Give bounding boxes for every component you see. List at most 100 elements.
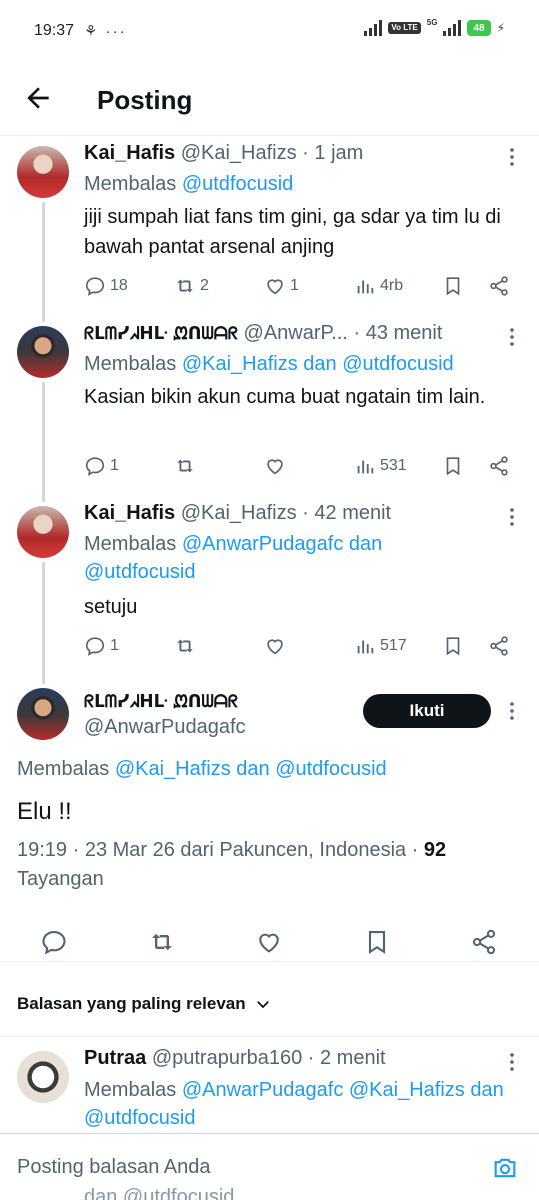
share-button[interactable] [488,272,510,300]
display-name[interactable]: Kai_Hafis [84,142,175,164]
bookmark-icon [446,277,460,296]
views-button[interactable]: 517 [354,632,407,660]
timestamp-location: 19:19 · 23 Mar 26 dari Pakuncen, Indones… [17,839,424,861]
bookmark-icon[interactable] [363,928,391,956]
avatar[interactable] [17,326,69,378]
reply-button[interactable]: 1 [84,452,119,480]
mention-link[interactable]: @utdfocusid [182,173,293,195]
tweet-text: jiji sumpah liat fans tim gini, ga sdar … [84,206,501,258]
views-count: 531 [380,457,407,474]
follow-button[interactable]: Ikuti [363,694,491,728]
tweet-text: Kasian bikin akun cuma buat ngatain tim … [84,386,486,408]
handle[interactable]: @AnwarPudagafc [84,716,246,739]
bookmark-icon [446,457,460,476]
tweet-item[interactable]: Kai_Hafis @Kai_Hafizs · 42 menit Membala… [0,496,539,678]
bookmark-button[interactable] [442,272,464,300]
volte-badge: Vo LTE [388,22,421,34]
reply-context: Membalas @Kai_Hafizs dan @utdfocusid [84,350,514,378]
reply-composer[interactable]: Posting balasan Anda [0,1133,539,1200]
bookmark-button[interactable] [442,632,464,660]
more-options-icon[interactable] [507,506,517,528]
heart-icon [267,639,283,655]
avatar[interactable] [17,506,69,558]
repost-button[interactable] [174,632,196,660]
more-options-icon[interactable] [507,326,517,348]
reply-input[interactable]: Posting balasan Anda [17,1156,211,1179]
views-button[interactable]: 531 [354,452,407,480]
overflow-reply-text: dan @utdfocusid [84,1186,235,1200]
heart-icon[interactable] [255,928,283,956]
share-button[interactable] [488,632,510,660]
bookmark-button[interactable] [442,452,464,480]
more-options-icon[interactable] [507,1051,517,1073]
share-button[interactable] [488,452,510,480]
reply-prefix: Membalas [84,1079,182,1101]
more-options-icon[interactable] [507,700,517,722]
repost-icon[interactable] [148,928,176,956]
page-title: Posting [97,85,193,115]
repost-icon [177,279,193,293]
display-name[interactable]: Putraa [84,1047,146,1069]
avatar[interactable] [17,688,69,740]
share-icon [490,276,508,296]
reply-count: 18 [110,277,128,294]
like-button[interactable] [264,452,286,480]
display-name[interactable]: Kai_Hafis [84,502,175,524]
tweet-actions: 1 531 [84,452,514,480]
tweet-item[interactable]: ᖇᒪᗰᓯᖽᕼᒷ ᘻᑎᗯᗩᖇ @AnwarP... · 43 menit Memb… [0,316,539,496]
bookmark-icon [446,637,460,656]
more-options-icon[interactable] [507,146,517,168]
sort-replies-dropdown[interactable]: Balasan yang paling relevan [17,994,272,1014]
back-arrow-icon[interactable] [22,82,54,114]
avatar[interactable] [17,1051,69,1103]
heart-icon [267,279,283,295]
status-right-icons: Vo LTE 5G 48 ⚡ [364,18,505,36]
reply-prefix: Membalas [84,533,182,555]
analytics-icon [357,640,374,654]
mention-link[interactable]: @Kai_Hafizs dan @utdfocusid [182,353,454,375]
views-count: 517 [380,637,407,654]
tweet-item[interactable]: Putraa @putrapurba160 · 2 menit Membalas… [0,1037,539,1133]
repost-icon [177,459,193,473]
reply-count: 1 [110,637,119,654]
mention-link[interactable]: @Kai_Hafizs dan @utdfocusid [115,758,387,780]
reply-icon [85,457,105,476]
avatar[interactable] [17,146,69,198]
reply-context: Membalas @Kai_Hafizs dan @utdfocusid [17,758,387,781]
like-button[interactable]: 1 [264,272,299,300]
reply-button[interactable]: 18 [84,272,128,300]
repost-button[interactable]: 2 [174,272,209,300]
like-count: 1 [290,277,299,294]
repost-count: 2 [200,277,209,294]
tweet-actions: 1 517 [84,632,514,660]
heart-icon [267,459,283,475]
wifi-signal-icon [364,20,383,36]
views-count: 4rb [380,277,404,294]
handle-time: @Kai_Hafizs · 1 jam [180,142,364,164]
battery-icon: 48 [467,20,491,36]
tweet-text: setuju [84,596,138,618]
tweet-meta: 19:19 · 23 Mar 26 dari Pakuncen, Indones… [17,836,497,894]
display-name[interactable]: ᖇᒪᗰᓯᖽᕼᒷ ᘻᑎᗯᗩᖇ [84,324,238,343]
reply-context: Membalas @utdfocusid [84,170,514,198]
reply-context: Membalas @AnwarPudagafc dan @utdfocusid [84,530,424,586]
display-name[interactable]: ᖇᒪᗰᓯᖽᕼᒷ ᘻᑎᗯᗩᖇ [84,692,238,712]
reply-context: Membalas @AnwarPudagafc @Kai_Hafizs dan … [84,1076,514,1132]
camera-icon[interactable] [491,1154,519,1182]
reply-button[interactable]: 1 [84,632,119,660]
focused-tweet: ᖇᒪᗰᓯᖽᕼᒷ ᘻᑎᗯᗩᖇ @AnwarPudagafc Ikuti Memba… [0,678,539,962]
views-label: Tayangan [17,868,104,890]
tweet-header: Kai_Hafis @Kai_Hafizs · 1 jam [84,142,363,165]
top-app-bar: Posting [0,64,539,136]
chevron-down-icon [256,1001,269,1009]
reply-icon[interactable] [40,928,68,956]
tweet-actions: 18 2 1 4rb [84,272,514,300]
repost-icon [177,639,193,653]
status-time: 19:37 [34,22,75,39]
views-button[interactable]: 4rb [354,272,403,300]
share-icon[interactable] [470,928,498,956]
repost-button[interactable] [174,452,196,480]
like-button[interactable] [264,632,286,660]
handle-time: @Kai_Hafizs · 42 menit [180,502,392,524]
tweet-item[interactable]: Kai_Hafis @Kai_Hafizs · 1 jam Membalas @… [0,136,539,316]
